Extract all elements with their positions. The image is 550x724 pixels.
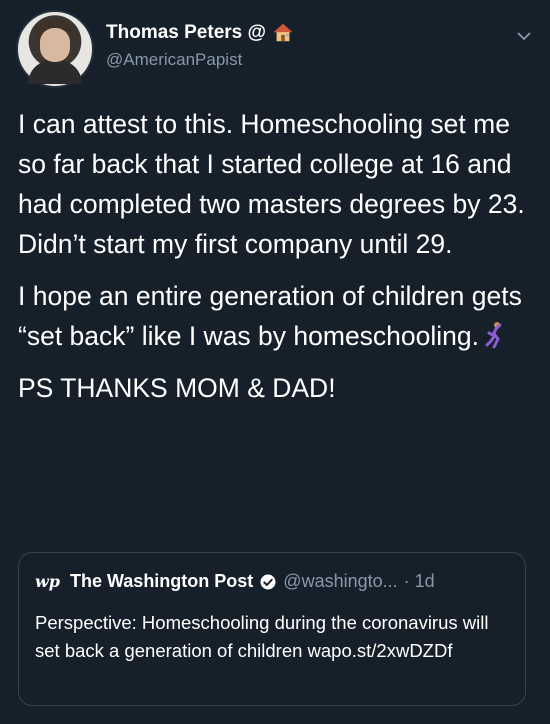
quoted-author-handle[interactable]: @washingto...	[283, 571, 397, 592]
tweet-header: Thomas Peters @ @AmericanPapist	[16, 10, 534, 88]
verified-badge-icon	[260, 574, 276, 589]
dancer-icon	[485, 322, 502, 349]
author-name-row: Thomas Peters @	[106, 22, 294, 44]
tweet-paragraph: PS THANKS MOM & DAD!	[18, 373, 336, 403]
tweet-body: I can attest to this. Homeschooling set …	[18, 104, 532, 420]
quoted-tweet-card[interactable]: wp The Washington Post @washingto... · 1…	[18, 552, 526, 706]
author-handle[interactable]: @AmericanPapist	[106, 50, 242, 70]
house-icon	[273, 23, 293, 42]
avatar[interactable]	[16, 10, 94, 88]
quoted-timestamp[interactable]: · 1d	[404, 571, 435, 592]
author-name[interactable]: Thomas Peters @	[106, 22, 266, 44]
quoted-author-name[interactable]: The Washington Post	[70, 571, 253, 592]
tweet-paragraph: I hope an entire generation of children …	[18, 281, 522, 351]
washington-post-logo: wp	[35, 572, 60, 591]
chevron-down-icon[interactable]	[514, 26, 534, 46]
tweet-paragraph: I can attest to this. Homeschooling set …	[18, 109, 525, 259]
quoted-tweet-header: wp The Washington Post @washingto... · 1…	[35, 571, 435, 592]
quoted-tweet-text: Perspective: Homeschooling during the co…	[35, 612, 489, 661]
